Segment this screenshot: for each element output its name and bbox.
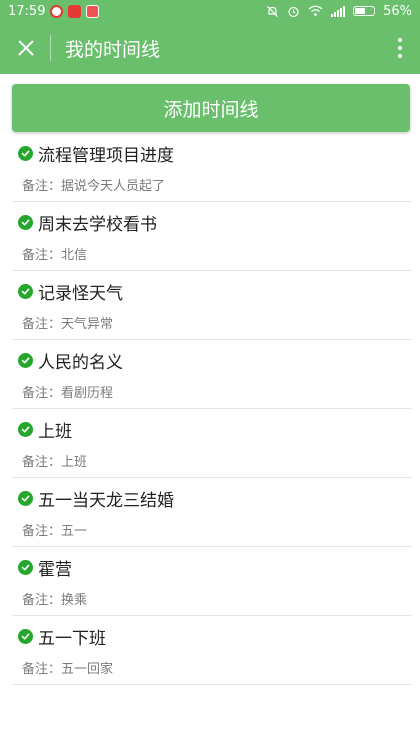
- alarm-icon: [288, 6, 299, 17]
- toolbar: 我的时间线: [0, 22, 420, 74]
- note-prefix: 备注：: [22, 317, 62, 332]
- note-text: 换乘: [61, 593, 88, 608]
- status-time: 17:59: [8, 3, 46, 19]
- timeline-item-note: 备注：五一回家: [22, 658, 113, 677]
- timeline-item-note: 备注：换乘: [22, 589, 87, 608]
- battery-percent: 56%: [383, 3, 412, 19]
- add-timeline-button[interactable]: 添加时间线: [12, 84, 410, 132]
- check-icon: [18, 284, 33, 299]
- note-prefix: 备注：: [22, 524, 62, 539]
- timeline-item-note: 备注：北信: [22, 244, 87, 263]
- timeline-title-text: 流程管理项目进度: [38, 146, 174, 166]
- note-text: 看剧历程: [61, 386, 114, 401]
- timeline-title-text: 人民的名义: [38, 353, 123, 373]
- app-notification-icon: [68, 4, 82, 18]
- note-prefix: 备注：: [22, 593, 62, 608]
- battery-icon: [353, 6, 376, 16]
- timeline-item-title: 记录怪天气: [18, 279, 123, 304]
- timeline-item[interactable]: 周末去学校看书备注：北信: [12, 202, 412, 271]
- timeline-title-text: 五一下班: [38, 629, 106, 649]
- note-text: 五一回家: [61, 662, 114, 677]
- status-bar: 17:59 56%: [0, 0, 420, 22]
- timeline-item-title: 人民的名义: [18, 348, 123, 373]
- camera-notification-icon: [86, 4, 100, 18]
- status-right: 56%: [266, 4, 412, 19]
- timeline-item-note: 备注：看剧历程: [22, 382, 113, 401]
- note-text: 天气异常: [61, 317, 114, 332]
- timeline-item-title: 五一下班: [18, 624, 106, 649]
- note-text: 据说今天人员起了: [61, 179, 166, 194]
- check-icon: [18, 491, 33, 506]
- timeline-title-text: 霍营: [38, 560, 72, 580]
- timeline-item-note: 备注：上班: [22, 451, 87, 470]
- close-icon[interactable]: [12, 34, 40, 62]
- timeline-item-title: 周末去学校看书: [18, 210, 157, 235]
- timeline-list: 流程管理项目进度 备注：据说今天人员起了 周末去学校看书 备注：北信 记录怪天气 备注：天…: [12, 133, 412, 685]
- timeline-title-text: 五一当天龙三结婚: [38, 491, 174, 511]
- note-prefix: 备注：: [22, 179, 62, 194]
- timeline-item-title: 流程管理项目进度: [18, 141, 174, 166]
- timeline-title-text: 上班: [38, 422, 72, 442]
- timeline-item[interactable]: 五一下班备注：五一回家: [12, 616, 412, 685]
- timeline-item[interactable]: 上班 备注：上班: [12, 409, 412, 478]
- page-title: 我的时间线: [65, 38, 161, 61]
- timeline-title-text: 记录怪天气: [38, 284, 123, 304]
- note-prefix: 备注：: [22, 662, 62, 677]
- check-icon: [18, 629, 33, 644]
- wifi-icon: [308, 5, 323, 16]
- mute-icon: [267, 5, 279, 17]
- check-icon: [18, 215, 33, 230]
- signal-icon: [331, 5, 346, 17]
- note-prefix: 备注：: [22, 386, 62, 401]
- weibo-notification-icon: [50, 4, 64, 18]
- note-text: 北信: [61, 248, 88, 263]
- toolbar-divider: [50, 35, 51, 61]
- check-icon: [18, 146, 33, 161]
- timeline-title-text: 周末去学校看书: [38, 215, 157, 235]
- note-prefix: 备注：: [22, 455, 62, 470]
- note-text: 五一: [61, 524, 88, 539]
- timeline-item[interactable]: 五一当天龙三结婚备注：五一: [12, 478, 412, 547]
- check-icon: [18, 560, 33, 575]
- check-icon: [18, 422, 33, 437]
- timeline-item[interactable]: 霍营备注：换乘: [12, 547, 412, 616]
- timeline-item-title: 五一当天龙三结婚: [18, 486, 174, 511]
- timeline-item-note: 备注：据说今天人员起了: [22, 175, 165, 194]
- timeline-item-title: 上班: [18, 417, 72, 442]
- timeline-item[interactable]: 记录怪天气备注：天气异常: [12, 271, 412, 340]
- timeline-item[interactable]: 流程管理项目进度备注：据说今天人员起了: [12, 133, 412, 202]
- note-prefix: 备注：: [22, 248, 62, 263]
- timeline-item-note: 备注：天气异常: [22, 313, 113, 332]
- more-options-icon[interactable]: [392, 34, 408, 62]
- note-text: 上班: [61, 455, 88, 470]
- check-icon: [18, 353, 33, 368]
- timeline-item-title: 霍营: [18, 555, 72, 580]
- timeline-item-note: 备注：五一: [22, 520, 87, 539]
- timeline-item[interactable]: 人民的名义备注：看剧历程: [12, 340, 412, 409]
- status-left: 17:59: [8, 3, 100, 19]
